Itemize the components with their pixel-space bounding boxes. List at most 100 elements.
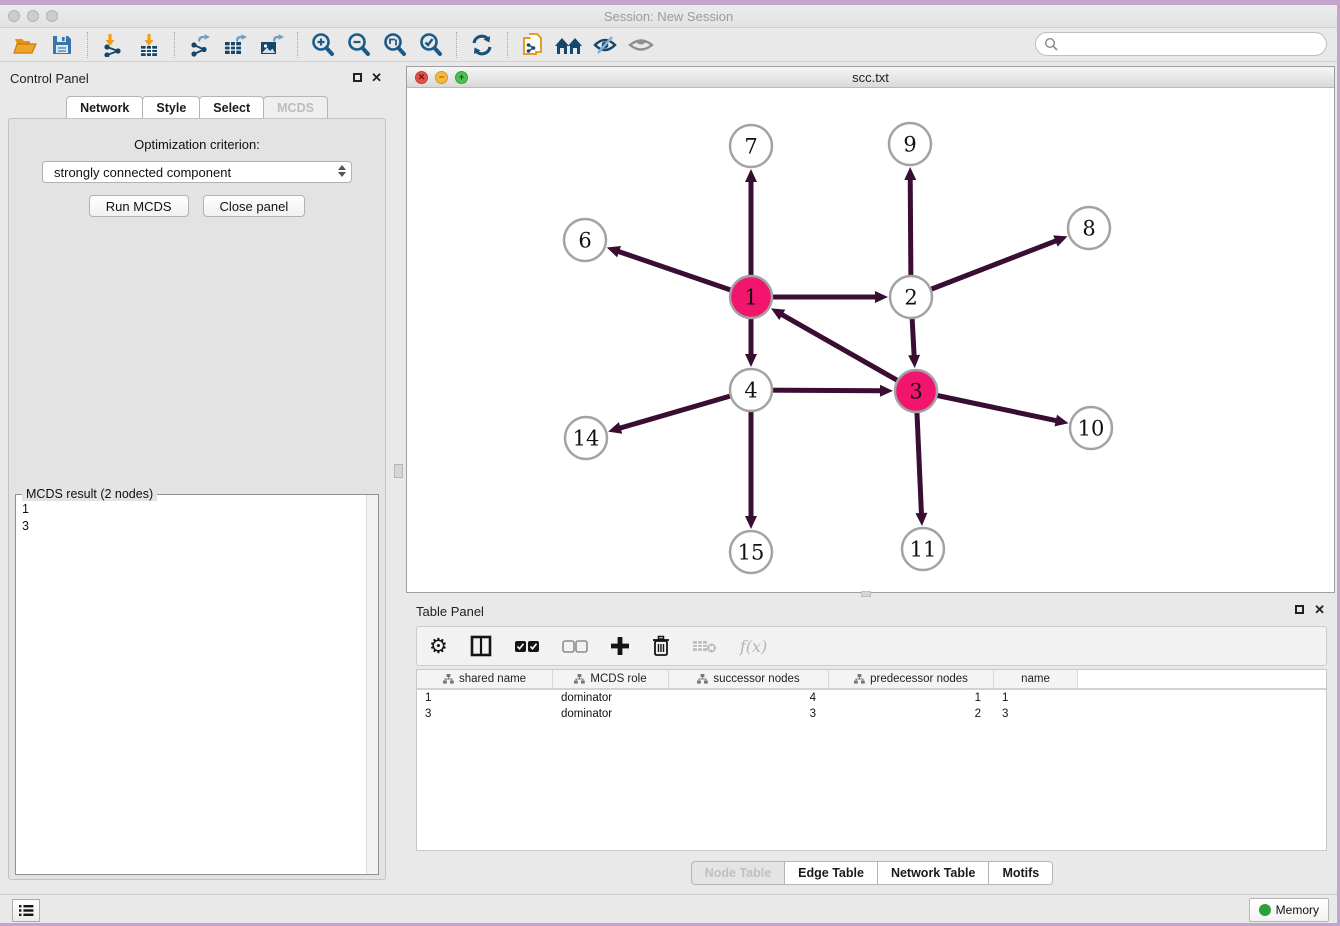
table-settings-button[interactable]: ⚙ — [429, 636, 448, 657]
column-header-shared-name[interactable]: shared name — [417, 670, 553, 688]
memory-button[interactable]: Memory — [1249, 898, 1329, 922]
minimize-window-icon[interactable] — [27, 10, 39, 22]
run-mcds-button[interactable]: Run MCDS — [89, 195, 189, 217]
tab-motifs[interactable]: Motifs — [988, 861, 1053, 885]
export-table-button[interactable] — [218, 30, 254, 60]
graph-edge[interactable] — [781, 314, 916, 391]
graph-edge[interactable] — [911, 240, 1057, 297]
cell-successor-nodes[interactable]: 4 — [669, 690, 829, 706]
mcds-result-value: 1 — [22, 501, 366, 518]
frame-close-icon[interactable]: ✕ — [415, 71, 428, 84]
float-panel-icon[interactable] — [353, 73, 362, 82]
criterion-select[interactable]: strongly connected component — [42, 161, 352, 183]
column-header-mcds-role[interactable]: MCDS role — [553, 670, 669, 688]
table-toolbar: ⚙ — [416, 626, 1327, 666]
cell-shared-name[interactable]: 1 — [417, 690, 553, 706]
zoom-selected-button[interactable] — [413, 30, 449, 60]
result-scrollbar[interactable] — [366, 495, 378, 874]
hide-annotations-button[interactable] — [587, 30, 623, 60]
close-panel-button[interactable]: Close panel — [203, 195, 306, 217]
zoom-out-button[interactable] — [341, 30, 377, 60]
column-type-icon — [443, 674, 454, 684]
window-edge — [0, 0, 1340, 5]
save-session-button[interactable] — [44, 30, 80, 60]
tab-network-table[interactable]: Network Table — [877, 861, 990, 885]
export-image-button[interactable] — [254, 30, 290, 60]
frame-minimize-icon[interactable]: − — [435, 71, 448, 84]
delete-table-button[interactable] — [692, 638, 718, 654]
function-builder-button[interactable]: f(x) — [740, 637, 767, 656]
main-toolbar — [0, 28, 1337, 62]
table-row[interactable]: 1 dominator 4 1 1 — [417, 690, 1326, 706]
export-network-icon — [188, 33, 212, 57]
zoom-window-icon[interactable] — [46, 10, 58, 22]
tab-mcds[interactable]: MCDS — [263, 96, 328, 119]
network-canvas[interactable]: 1234678910111415 — [407, 88, 1334, 592]
cell-predecessor-nodes[interactable]: 1 — [829, 690, 994, 706]
column-header-name[interactable]: name — [994, 670, 1078, 688]
edge-arrowhead — [880, 385, 893, 397]
tab-network[interactable]: Network — [66, 96, 143, 119]
toolbar-separator — [507, 32, 508, 58]
tab-select[interactable]: Select — [199, 96, 264, 119]
trash-icon[interactable] — [652, 635, 670, 657]
search-input[interactable] — [1059, 37, 1309, 51]
network-annotations-button[interactable] — [515, 30, 551, 60]
show-annotations-button[interactable] — [623, 30, 659, 60]
select-all-button[interactable] — [514, 640, 540, 653]
cell-name[interactable]: 3 — [994, 706, 1078, 722]
add-column-button[interactable] — [610, 636, 630, 656]
task-history-button[interactable] — [12, 899, 40, 922]
node-label: 14 — [573, 426, 600, 450]
tab-node-table[interactable]: Node Table — [691, 861, 785, 885]
eye-icon — [627, 34, 655, 56]
deselect-all-button[interactable] — [562, 640, 588, 653]
cell-successor-nodes[interactable]: 3 — [669, 706, 829, 722]
frame-controls: ✕ − + — [415, 71, 468, 84]
status-bar: Memory — [0, 894, 1337, 923]
documents-share-icon — [521, 32, 545, 58]
tab-edge-table[interactable]: Edge Table — [784, 861, 878, 885]
window-title: Session: New Session — [604, 9, 733, 24]
import-network-button[interactable] — [95, 30, 131, 60]
vertical-split-handle[interactable] — [394, 464, 403, 478]
cell-mcds-role[interactable]: dominator — [553, 706, 669, 722]
column-header-predecessor-nodes[interactable]: predecessor nodes — [829, 670, 994, 688]
close-panel-icon[interactable]: ✕ — [371, 70, 382, 86]
table-panel: Table Panel ✕ ⚙ — [406, 599, 1337, 894]
column-header-successor-nodes[interactable]: successor nodes — [669, 670, 829, 688]
network-window-titlebar[interactable]: ✕ − + scc.txt — [407, 67, 1334, 88]
import-table-button[interactable] — [131, 30, 167, 60]
node-label: 10 — [1078, 416, 1105, 440]
cell-shared-name[interactable]: 3 — [417, 706, 553, 722]
export-network-button[interactable] — [182, 30, 218, 60]
close-window-icon[interactable] — [8, 10, 20, 22]
open-session-button[interactable] — [8, 30, 44, 60]
toggle-columns-button[interactable] — [470, 635, 492, 657]
node-label: 7 — [744, 134, 757, 158]
horizontal-split-handle[interactable] — [861, 591, 871, 597]
home-button[interactable] — [551, 30, 587, 60]
control-panel-tabs: Network Style Select MCDS — [0, 96, 393, 119]
apply-layout-button[interactable] — [464, 30, 500, 60]
memory-label: Memory — [1276, 903, 1319, 917]
save-icon — [51, 34, 73, 56]
float-panel-icon[interactable] — [1295, 605, 1304, 614]
cell-mcds-role[interactable]: dominator — [553, 690, 669, 706]
zoom-fit-button[interactable] — [377, 30, 413, 60]
edge-arrowhead — [745, 169, 757, 182]
close-panel-icon[interactable]: ✕ — [1314, 602, 1325, 618]
cell-predecessor-nodes[interactable]: 2 — [829, 706, 994, 722]
network-graph[interactable]: 1234678910111415 — [407, 88, 1334, 592]
tab-style[interactable]: Style — [142, 96, 200, 119]
search-field[interactable] — [1035, 32, 1327, 56]
table-panel-header: Table Panel ✕ — [406, 599, 1337, 623]
node-table[interactable]: shared name MCDS role successor nodes pr… — [416, 669, 1327, 851]
toolbar-separator — [174, 32, 175, 58]
traffic-lights[interactable] — [8, 10, 58, 22]
frame-maximize-icon[interactable]: + — [455, 71, 468, 84]
cell-name[interactable]: 1 — [994, 690, 1078, 706]
titlebar: Session: New Session — [0, 5, 1337, 28]
zoom-in-button[interactable] — [305, 30, 341, 60]
table-row[interactable]: 3 dominator 3 2 3 — [417, 706, 1326, 722]
